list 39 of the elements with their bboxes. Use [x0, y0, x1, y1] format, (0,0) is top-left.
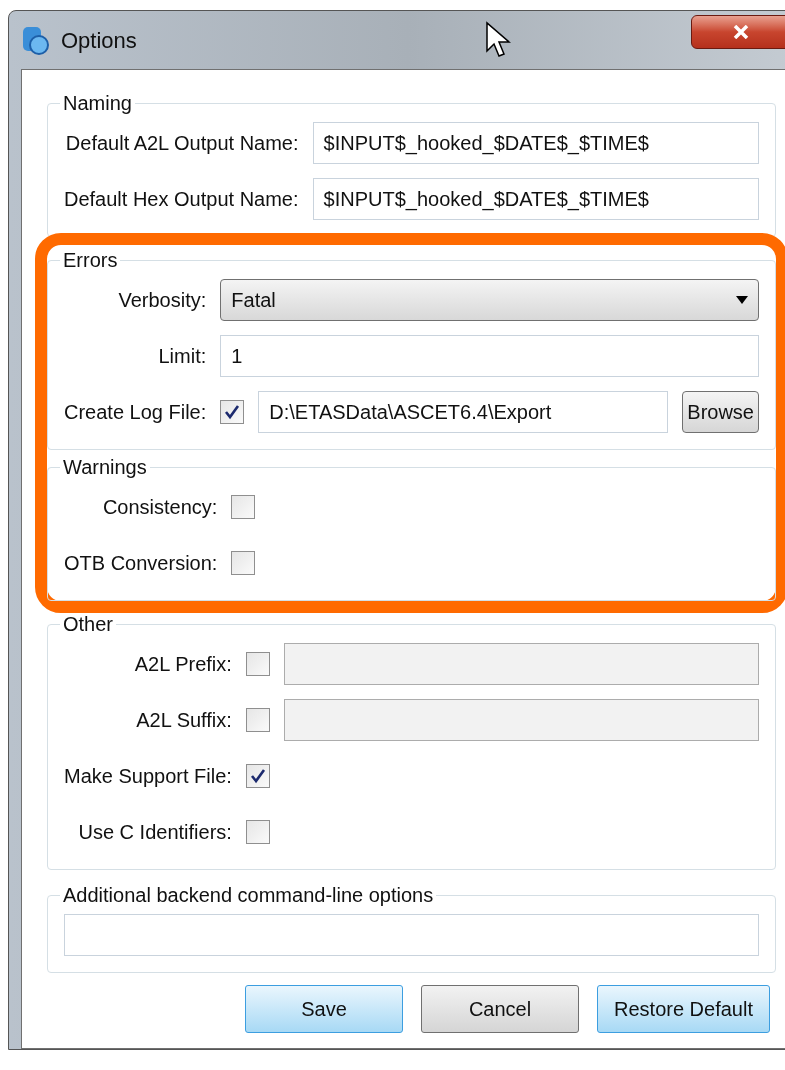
text-field[interactable]: $INPUT$_hooked_$DATE$_$TIME$ — [312, 122, 759, 164]
field-label: Limit: — [157, 344, 207, 369]
group-title: Errors — [62, 248, 119, 273]
text-field[interactable] — [64, 914, 759, 956]
checkbox[interactable] — [220, 400, 245, 424]
checkbox[interactable] — [245, 820, 270, 844]
field-label: Make Support File: — [64, 764, 232, 789]
text-field[interactable]: 1 — [220, 335, 759, 377]
dialog-button[interactable]: Cancel — [421, 985, 580, 1033]
browse-button[interactable]: Browse — [682, 391, 759, 433]
field-label: Use C Identifiers: — [77, 820, 232, 845]
field-label: Default Hex Output Name: — [64, 187, 299, 212]
window-title: Options — [61, 26, 137, 55]
field-label: A2L Prefix: — [133, 652, 232, 677]
field-label: Consistency: — [101, 495, 218, 520]
field-label: A2L Suffix: — [135, 708, 232, 733]
close-icon — [733, 25, 749, 39]
group-title: Warnings — [62, 455, 148, 480]
dialog-button[interactable]: Restore Default — [597, 985, 770, 1033]
field-label: Default A2L Output Name: — [64, 131, 299, 156]
group-title: Other — [62, 612, 115, 637]
check-icon — [249, 768, 266, 784]
mouse-pointer-icon — [485, 21, 511, 59]
field-label: Create Log File: — [64, 400, 207, 425]
path-field[interactable]: D:\ETASData\ASCET6.4\Export — [258, 391, 669, 433]
group-title: Additional backend command-line options — [62, 883, 435, 908]
dialog-button[interactable]: Save — [245, 985, 404, 1033]
checkbox[interactable] — [245, 764, 270, 788]
checkbox[interactable] — [231, 495, 256, 519]
text-field[interactable]: $INPUT$_hooked_$DATE$_$TIME$ — [312, 178, 759, 220]
group-title: Naming — [62, 91, 133, 116]
checkbox[interactable] — [231, 551, 256, 575]
dropdown-arrow-icon — [736, 296, 748, 304]
dropdown[interactable]: Fatal — [220, 279, 759, 321]
field-label: Verbosity: — [117, 288, 207, 313]
field-label: OTB Conversion: — [64, 551, 218, 576]
check-icon — [224, 404, 241, 420]
close-button[interactable] — [691, 15, 785, 49]
app-icon — [21, 24, 51, 56]
